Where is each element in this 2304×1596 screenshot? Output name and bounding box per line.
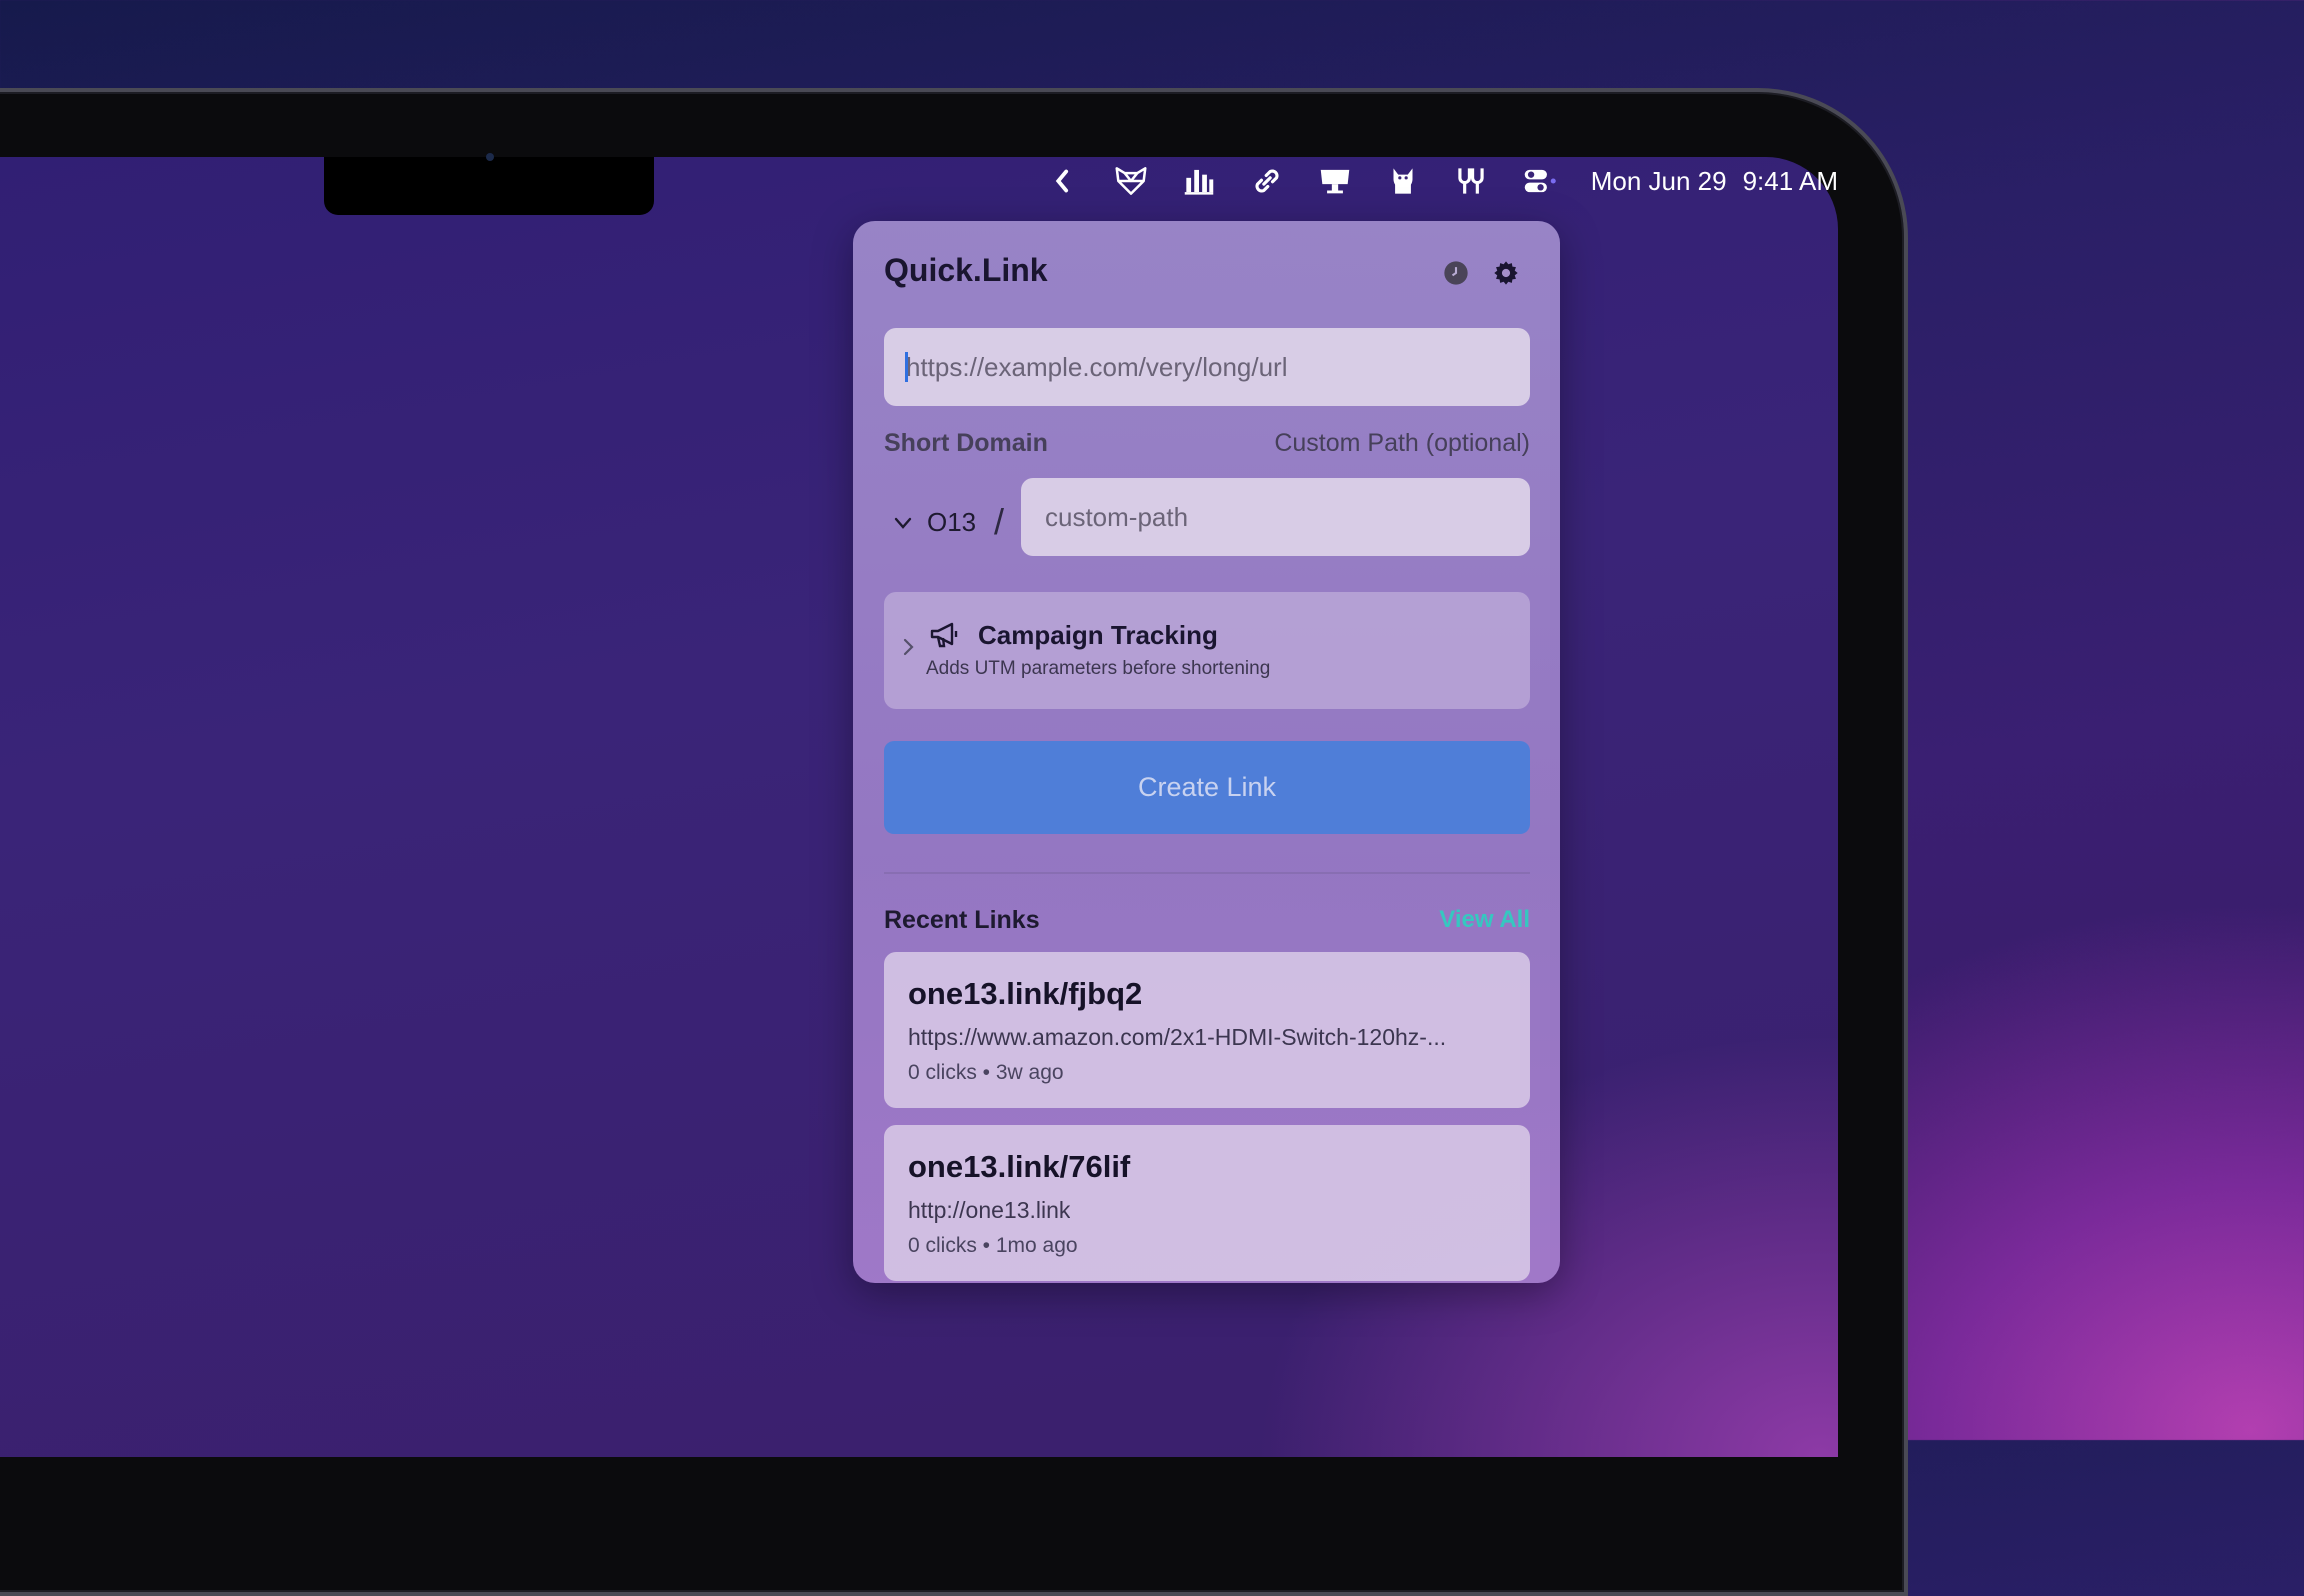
menu-bar-clock[interactable]: Mon Jun 29 9:41 AM (1591, 166, 1838, 197)
original-url: https://www.amazon.com/2x1-HDMI-Switch-1… (908, 1024, 1447, 1050)
menu-bar-date: Mon Jun 29 (1590, 165, 1727, 196)
domain-select[interactable]: O13 (891, 507, 976, 538)
path-separator: / (994, 501, 1005, 542)
short-link: one13.link/fjbq2 (908, 976, 1143, 1011)
link-icon[interactable] (1233, 160, 1301, 202)
short-domain-label: Short Domain (884, 429, 1048, 457)
gear-icon[interactable] (1492, 259, 1520, 287)
app-title: Quick.Link (884, 252, 1048, 288)
recent-links-title: Recent Links (884, 906, 1040, 934)
display-icon[interactable] (1301, 160, 1369, 202)
quick-link-popover: Quick.Link Short Domain Custom Path (opt… (853, 221, 1560, 1283)
text-caret (905, 352, 908, 382)
campaign-subtitle: Adds UTM parameters before shortening (926, 658, 1271, 679)
menu-bar: Mon Jun 29 9:41 AM (0, 160, 1838, 202)
chevron-down-icon (894, 517, 912, 529)
clock-icon[interactable] (1442, 259, 1470, 287)
chevron-left-icon[interactable] (1029, 160, 1097, 202)
link-meta: 0 clicks • 1mo ago (908, 1234, 1078, 1257)
create-link-button[interactable]: Create Link (884, 741, 1530, 834)
url-input[interactable] (884, 328, 1530, 406)
control-center-icon[interactable] (1505, 160, 1573, 202)
recent-link-card[interactable]: one13.link/76lif http://one13.link 0 cli… (884, 1125, 1530, 1281)
custom-path-label: Custom Path (optional) (1274, 429, 1530, 457)
tuning-fork-icon[interactable] (1437, 160, 1505, 202)
menu-bar-time: 9:41 AM (1742, 165, 1838, 196)
view-all-link[interactable]: View All (1439, 906, 1530, 934)
original-url: http://one13.link (908, 1197, 1071, 1223)
cat-icon[interactable] (1369, 160, 1437, 202)
bar-chart-icon[interactable] (1165, 160, 1233, 202)
recent-link-card[interactable]: one13.link/fjbq2 https://www.amazon.com/… (884, 952, 1530, 1108)
selected-domain: O13 (927, 507, 977, 537)
short-link: one13.link/76lif (908, 1149, 1131, 1184)
campaign-tracking-section[interactable]: Campaign Tracking Adds UTM parameters be… (884, 592, 1530, 709)
divider (884, 872, 1530, 874)
fox-icon[interactable] (1097, 160, 1165, 202)
custom-path-input[interactable] (1021, 478, 1530, 556)
link-meta: 0 clicks • 3w ago (908, 1061, 1064, 1084)
megaphone-icon (930, 622, 958, 648)
campaign-title: Campaign Tracking (978, 620, 1218, 650)
chevron-right-icon (903, 638, 914, 656)
